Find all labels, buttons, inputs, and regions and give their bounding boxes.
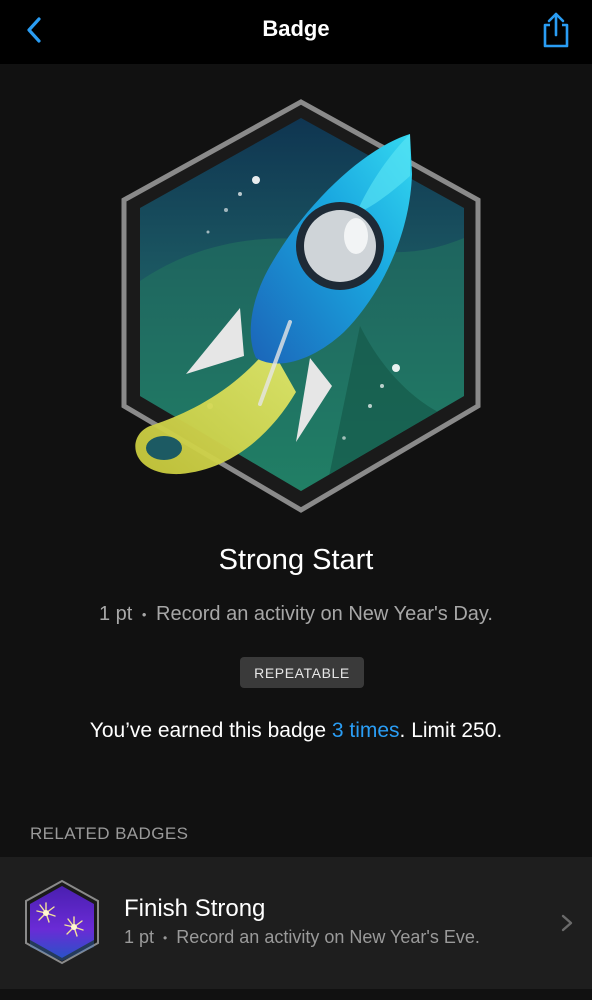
- earned-suffix: . Limit 250.: [399, 719, 503, 742]
- badge-name: Strong Start: [218, 544, 374, 576]
- badge-description-line: 1 pt • Record an activity on New Year's …: [0, 603, 592, 626]
- related-badge-row[interactable]: Finish Strong 1 pt • Record an activity …: [0, 857, 592, 989]
- related-badge-description-line: 1 pt • Record an activity on New Year's …: [124, 927, 480, 948]
- earned-count-text: You’ve earned this badge 3 times. Limit …: [0, 719, 592, 743]
- nav-bar: Badge: [0, 0, 592, 64]
- earned-prefix: You’ve earned this badge: [89, 719, 332, 742]
- badge-description: Record an activity on New Year's Day.: [156, 603, 493, 625]
- page-title: Badge: [262, 16, 330, 41]
- related-badge-description: Record an activity on New Year's Eve.: [176, 927, 480, 947]
- earned-times-link[interactable]: 3 times: [332, 719, 400, 742]
- fireworks-hexagon-badge-icon: [25, 879, 99, 965]
- share-button[interactable]: [536, 10, 576, 50]
- related-badges-header: RELATED BADGES: [30, 824, 189, 843]
- repeatable-badge: REPEATABLE: [240, 657, 364, 688]
- chevron-right-icon: [561, 914, 573, 932]
- share-icon: [543, 12, 569, 48]
- separator-dot: •: [163, 931, 168, 946]
- separator-dot: •: [141, 607, 147, 623]
- related-badge-name: Finish Strong: [124, 895, 266, 922]
- badge-points: 1 pt: [99, 603, 133, 625]
- rocket-hexagon-badge-icon: [121, 99, 481, 513]
- related-badge-points: 1 pt: [124, 927, 155, 947]
